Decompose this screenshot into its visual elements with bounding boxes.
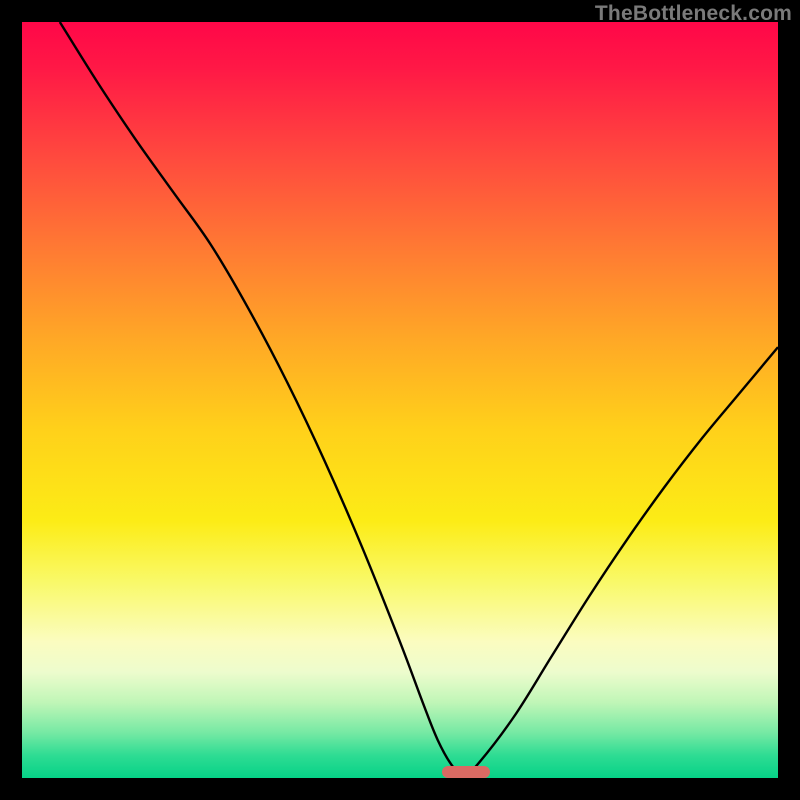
optimal-marker: [442, 766, 490, 778]
bottleneck-curve: [60, 22, 778, 775]
plot-area: [22, 22, 778, 778]
curve-svg: [22, 22, 778, 778]
chart-frame: TheBottleneck.com: [0, 0, 800, 800]
